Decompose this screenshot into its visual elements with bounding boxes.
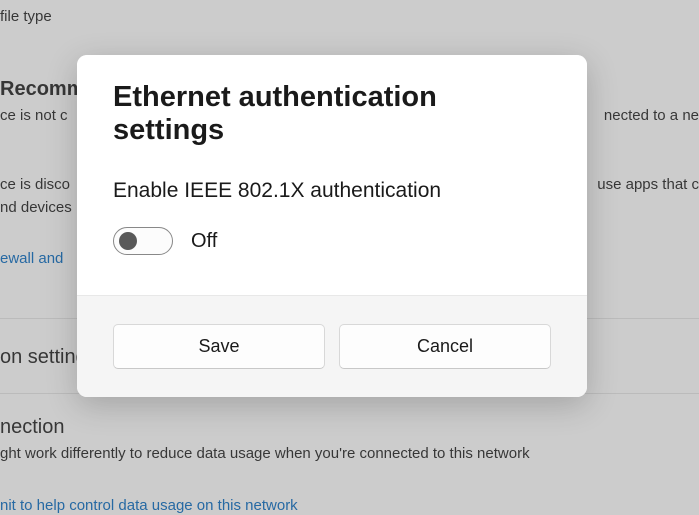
toggle-knob [119, 232, 137, 250]
dialog-body: Ethernet authentication settings Enable … [77, 55, 587, 295]
save-button[interactable]: Save [113, 324, 325, 369]
ieee-8021x-toggle[interactable] [113, 227, 173, 255]
dialog-footer: Save Cancel [77, 295, 587, 397]
toggle-row: Off [113, 227, 551, 255]
dialog-title: Ethernet authentication settings [113, 81, 551, 147]
ieee-8021x-label: Enable IEEE 802.1X authentication [113, 179, 551, 203]
toggle-state-label: Off [191, 230, 217, 253]
cancel-button[interactable]: Cancel [339, 324, 551, 369]
ethernet-auth-dialog: Ethernet authentication settings Enable … [77, 55, 587, 397]
